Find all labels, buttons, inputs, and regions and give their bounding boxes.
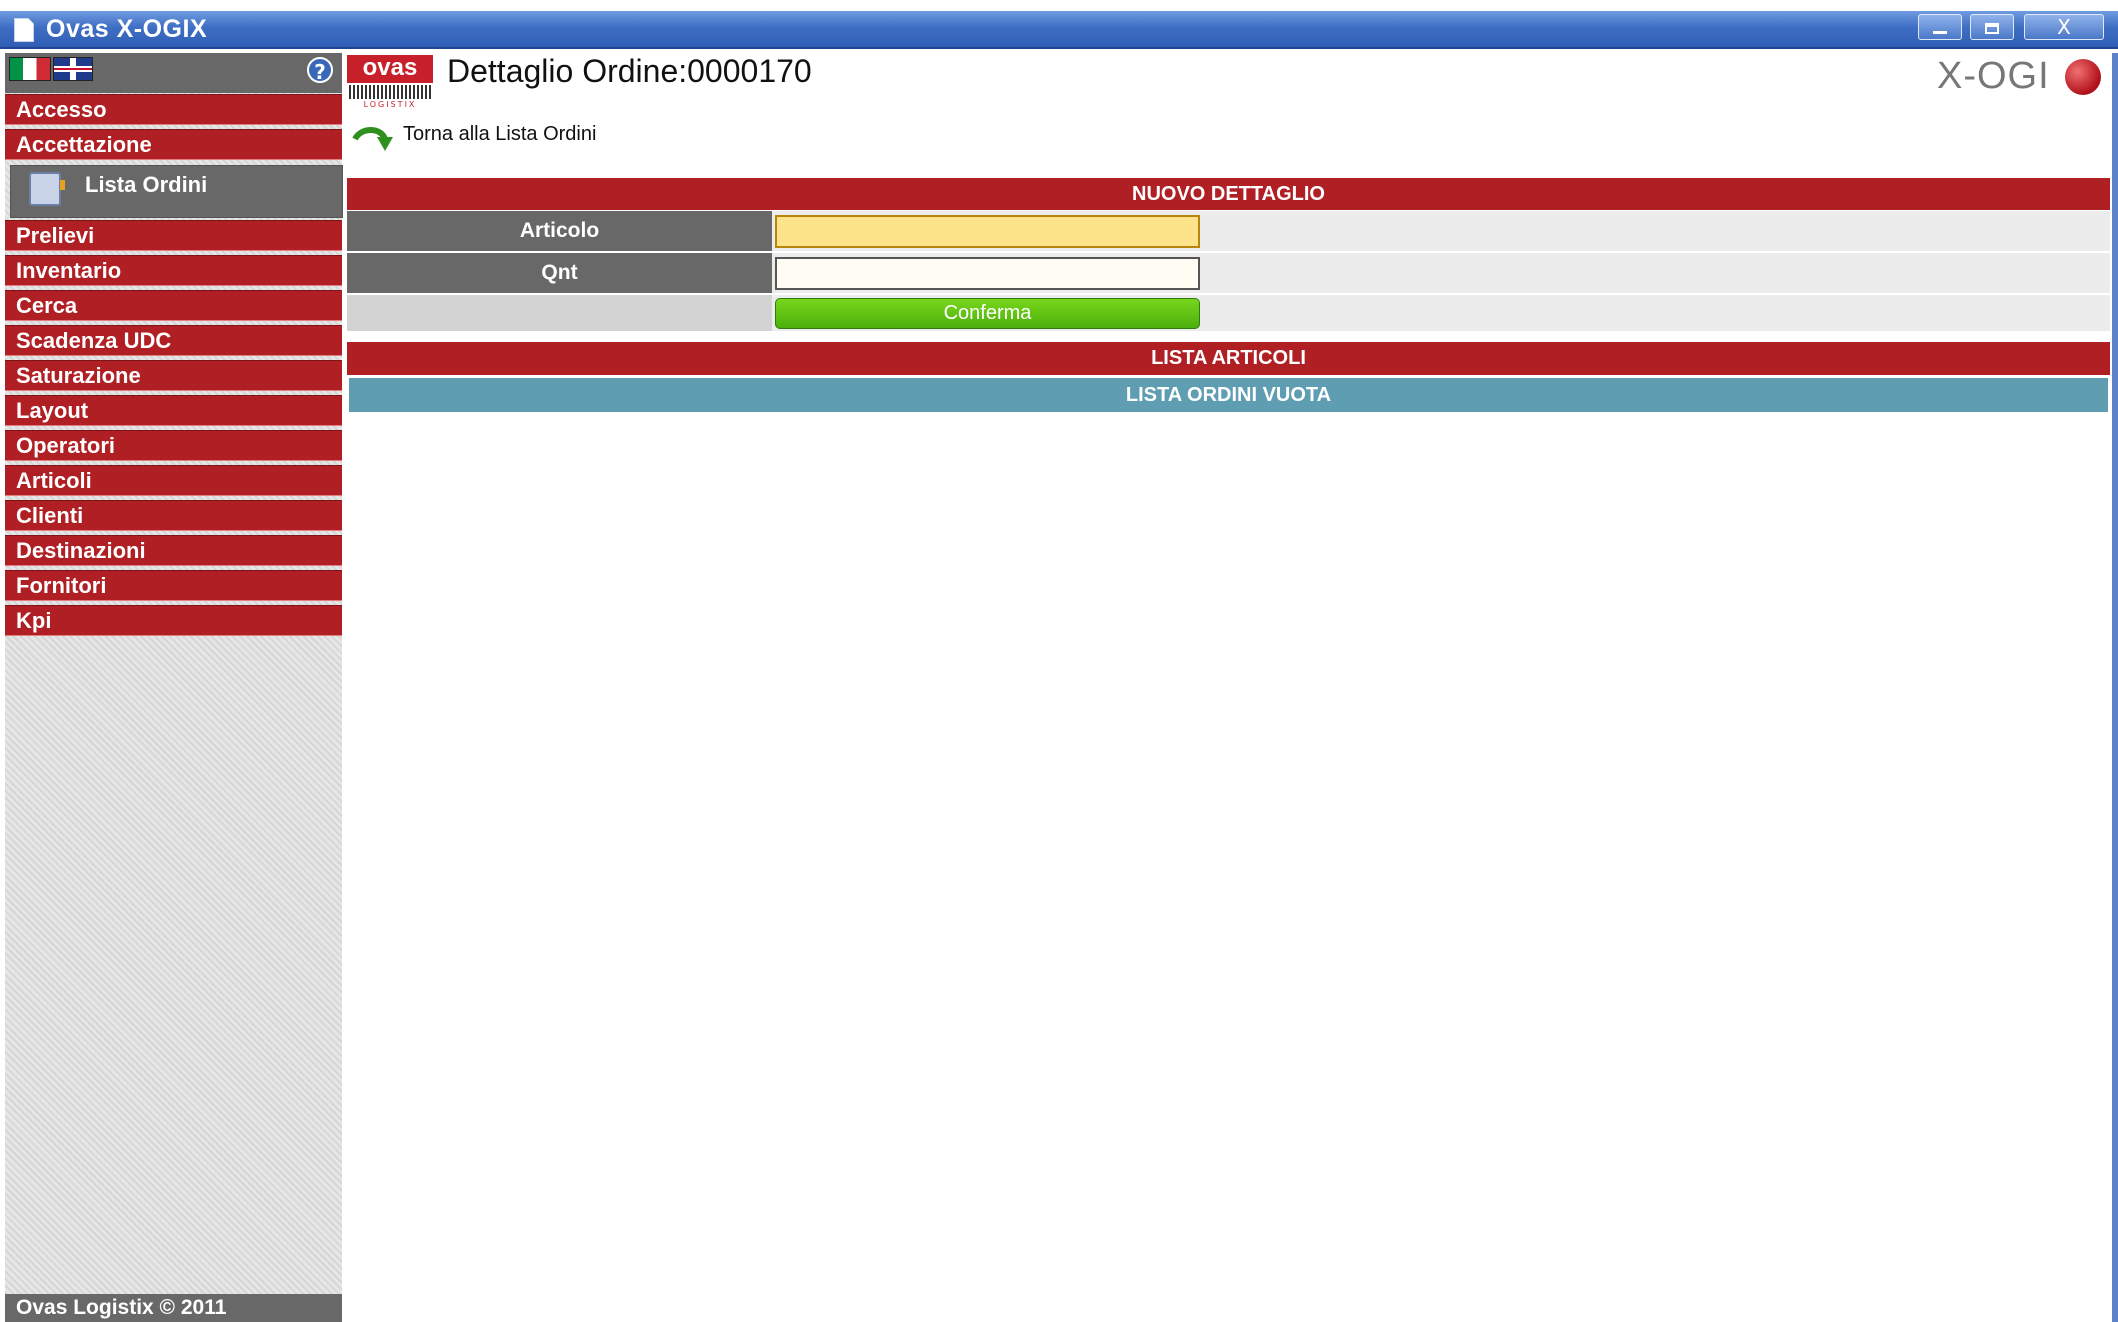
qnt-input[interactable] [775, 257, 1200, 290]
help-icon[interactable]: ? [307, 57, 333, 84]
sidebar-subitem-label: Lista Ordini [85, 172, 208, 197]
sidebar-footer-copyright: Ovas Logistix © 2011 [5, 1294, 342, 1322]
sidebar: ? Accesso Accettazione Lista Ordini Prel… [5, 53, 343, 1322]
sidebar-item-kpi[interactable]: Kpi [5, 605, 342, 636]
empty-list-message: LISTA ORDINI VUOTA [349, 378, 2108, 412]
uk-flag-icon[interactable] [53, 57, 93, 81]
document-icon [14, 18, 34, 42]
sidebar-toolbar: ? [5, 53, 342, 93]
back-arrow-icon[interactable] [351, 125, 395, 157]
window-title: Ovas X-OGIX [46, 15, 208, 43]
sidebar-item-destinazioni[interactable]: Destinazioni [5, 535, 342, 566]
ovas-logo-subtext: LOGISTIX [363, 100, 417, 109]
close-button[interactable]: X [2024, 14, 2104, 40]
sidebar-item-fornitori[interactable]: Fornitori [5, 570, 342, 601]
back-to-order-list-link[interactable]: Torna alla Lista Ordini [403, 123, 596, 146]
sidebar-item-accettazione[interactable]: Accettazione [5, 129, 342, 160]
close-icon: X [2057, 15, 2071, 39]
xogix-logo: X-OGI [1937, 55, 2107, 99]
sidebar-item-layout[interactable]: Layout [5, 395, 342, 426]
window-right-border [2112, 53, 2118, 1322]
sidebar-item-cerca[interactable]: Cerca [5, 290, 342, 321]
sidebar-item-operatori[interactable]: Operatori [5, 430, 342, 461]
confirm-row-label-cell [347, 295, 772, 331]
page-title: Dettaglio Ordine:0000170 [447, 53, 812, 89]
xogix-logo-ball-icon [2065, 59, 2101, 95]
articolo-label: Articolo [347, 211, 772, 251]
article-list-header: LISTA ARTICOLI [347, 342, 2110, 375]
sidebar-item-articoli[interactable]: Articoli [5, 465, 342, 496]
minimize-button[interactable] [1918, 14, 1962, 40]
ovas-logo-text: ovas [347, 55, 433, 83]
window-titlebar[interactable]: Ovas X-OGIX X [0, 11, 2118, 49]
maximize-button[interactable] [1970, 14, 2014, 40]
confirm-row: Conferma [347, 295, 2110, 331]
xogix-logo-text: X-OGI [1937, 55, 2050, 97]
sidebar-subitem-lista-ordini[interactable]: Lista Ordini [10, 165, 343, 218]
qnt-row: Qnt [347, 253, 2110, 293]
sidebar-item-accesso[interactable]: Accesso [5, 94, 342, 125]
sidebar-item-saturazione[interactable]: Saturazione [5, 360, 342, 391]
barcode-icon [349, 85, 431, 99]
italian-flag-icon[interactable] [9, 57, 51, 81]
confirm-button[interactable]: Conferma [775, 298, 1200, 329]
sidebar-item-prelievi[interactable]: Prelievi [5, 220, 342, 251]
order-list-icon [29, 172, 65, 206]
sidebar-item-clienti[interactable]: Clienti [5, 500, 342, 531]
articolo-input[interactable] [775, 215, 1200, 248]
new-detail-header: NUOVO DETTAGLIO [347, 178, 2110, 210]
sidebar-item-inventario[interactable]: Inventario [5, 255, 342, 286]
qnt-label: Qnt [347, 253, 772, 293]
articolo-row: Articolo [347, 211, 2110, 251]
main-content: ovas LOGISTIX Dettaglio Ordine:0000170 X… [347, 53, 2112, 1322]
maximize-icon [1985, 23, 1999, 34]
minimize-icon [1933, 31, 1947, 34]
sidebar-item-scadenza-udc[interactable]: Scadenza UDC [5, 325, 342, 356]
ovas-logo: ovas LOGISTIX [347, 55, 433, 111]
